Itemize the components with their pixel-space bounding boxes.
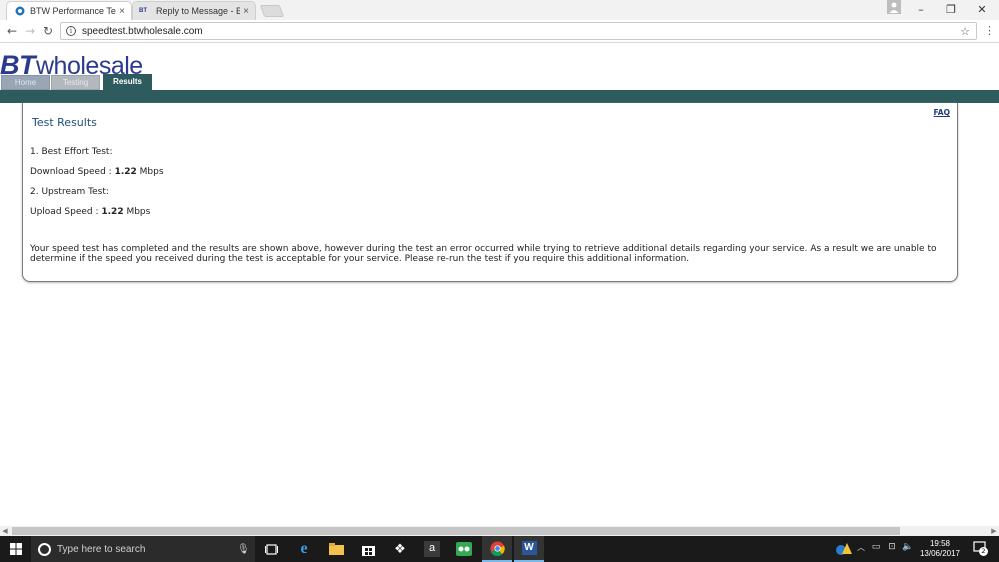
chrome-icon[interactable] (482, 536, 512, 562)
bookmark-star-icon[interactable]: ☆ (958, 25, 972, 38)
microphone-icon[interactable]: 🎙 (237, 544, 250, 555)
profile-icon[interactable] (887, 0, 901, 14)
tab-title: Reply to Message - BTC (156, 6, 240, 16)
back-arrow-icon[interactable]: ← (4, 23, 20, 39)
header-bar (0, 90, 999, 103)
tab-title: BTW Performance Test (30, 6, 116, 16)
upload-label: Upload Speed : (30, 207, 102, 217)
show-hidden-icons-icon[interactable]: ︿ (855, 542, 867, 556)
cortana-icon (38, 542, 51, 556)
volume-icon[interactable]: 🔈 (901, 542, 915, 556)
download-unit: Mbps (136, 167, 164, 177)
upload-value: 1.22 (101, 207, 124, 217)
notification-count: 2 (979, 547, 988, 556)
address-bar[interactable]: i speedtest.btwholesale.com ☆ (60, 22, 977, 40)
download-speed-row: Download Speed : 1.22 Mbps (30, 167, 164, 177)
best-effort-heading: 1. Best Effort Test: (30, 147, 113, 157)
upload-speed-row: Upload Speed : 1.22 Mbps (30, 207, 150, 217)
error-notice: Your speed test has completed and the re… (30, 244, 937, 264)
nav-tab-home[interactable]: Home (1, 75, 50, 90)
edge-icon[interactable]: e (292, 536, 316, 562)
battery-icon[interactable]: ▭ (869, 542, 883, 556)
tab-close-icon[interactable]: × (116, 6, 128, 17)
nav-tab-results[interactable]: Results (103, 74, 152, 90)
action-center-icon[interactable]: 2 (970, 541, 990, 556)
dropbox-icon[interactable]: ❖ (388, 536, 412, 562)
network-icon[interactable]: ⊡ (885, 542, 899, 556)
download-value: 1.22 (114, 167, 137, 177)
restore-button[interactable]: ❐ (937, 2, 965, 16)
file-explorer-icon[interactable] (324, 536, 348, 562)
new-tab-button[interactable] (259, 5, 285, 17)
tab-reply-to-message[interactable]: BT Reply to Message - BTC × (132, 1, 256, 20)
scroll-left-arrow-icon[interactable]: ◀ (0, 526, 10, 536)
upload-unit: Mbps (123, 207, 151, 217)
reload-icon[interactable]: ↻ (40, 23, 56, 39)
amazon-icon[interactable]: a (420, 536, 444, 562)
taskbar-clock[interactable]: 19:58 13/06/2017 (914, 539, 966, 559)
clock-date: 13/06/2017 (919, 549, 961, 558)
page-title: Test Results (32, 116, 97, 129)
faq-link[interactable]: FAQ (934, 108, 950, 117)
close-window-button[interactable]: ✕ (968, 2, 996, 16)
windows-start-icon[interactable] (4, 536, 28, 562)
forward-arrow-icon[interactable]: → (22, 23, 38, 39)
search-placeholder[interactable]: Type here to search (57, 544, 237, 555)
url-text[interactable]: speedtest.btwholesale.com (82, 26, 958, 37)
bt-favicon-icon: BT (139, 8, 147, 14)
scrollbar-thumb[interactable] (12, 527, 900, 535)
minimize-button[interactable]: – (907, 2, 935, 16)
browser-tab-strip: BTW Performance Test × BT Reply to Messa… (0, 0, 999, 20)
tab-close-icon[interactable]: × (240, 6, 252, 17)
store-icon[interactable] (356, 536, 380, 562)
info-icon[interactable]: i (66, 26, 76, 36)
windows-taskbar: Type here to search 🎙 e ❖ a W ︿ ▭ ⊡ 🔈 19… (0, 536, 999, 562)
taskbar-search[interactable]: Type here to search 🎙 (31, 536, 255, 562)
tab-favicon-icon (15, 6, 25, 16)
browser-menu-icon[interactable]: ⋮ (984, 24, 995, 38)
horizontal-scrollbar[interactable]: ◀ ▶ (0, 526, 999, 536)
tab-btw-performance-test[interactable]: BTW Performance Test × (6, 1, 132, 20)
task-view-icon[interactable] (259, 536, 283, 562)
download-label: Download Speed : (30, 167, 115, 177)
tripadvisor-icon[interactable] (452, 536, 476, 562)
nav-tab-testing[interactable]: Testing (51, 75, 100, 90)
browser-toolbar: ← → ↻ i speedtest.btwholesale.com ☆ ⋮ (0, 20, 999, 43)
word-icon[interactable]: W (514, 536, 544, 562)
bt-wholesale-logo: BT wholesale (0, 50, 143, 80)
clock-time: 19:58 (929, 539, 951, 548)
results-panel: Test Results FAQ 1. Best Effort Test: Do… (22, 103, 958, 282)
scroll-right-arrow-icon[interactable]: ▶ (989, 526, 999, 536)
onedrive-warning-icon[interactable] (834, 542, 854, 556)
upstream-heading: 2. Upstream Test: (30, 187, 109, 197)
